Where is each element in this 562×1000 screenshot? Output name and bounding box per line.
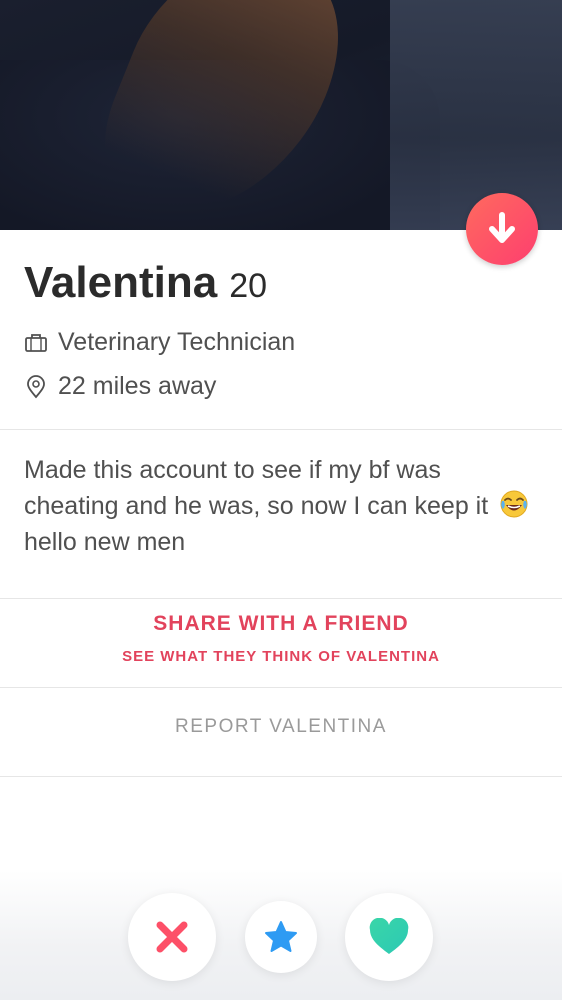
arrow-down-icon bbox=[489, 212, 515, 243]
divider bbox=[0, 429, 562, 430]
share-title: SHARE WITH A FRIEND bbox=[153, 612, 409, 635]
nope-button[interactable] bbox=[128, 893, 216, 981]
divider bbox=[0, 776, 562, 777]
profile-header: Valentina 20 bbox=[24, 258, 267, 308]
location-pin-icon bbox=[24, 374, 48, 399]
star-icon bbox=[265, 921, 297, 952]
profile-bio: Made this account to see if my bf was ch… bbox=[24, 452, 539, 560]
photo-background bbox=[390, 0, 562, 230]
report-button[interactable]: REPORT VALENTINA bbox=[0, 716, 562, 738]
profile-photo[interactable] bbox=[0, 0, 562, 230]
laughing-emoji-icon bbox=[500, 490, 528, 518]
like-button[interactable] bbox=[345, 893, 433, 981]
bio-text: Made this account to see if my bf was ch… bbox=[24, 456, 489, 520]
bio-text-end: hello new men bbox=[24, 528, 186, 556]
profile-name: Valentina bbox=[24, 258, 218, 307]
job-title: Veterinary Technician bbox=[58, 328, 296, 356]
divider bbox=[0, 687, 562, 688]
briefcase-icon bbox=[24, 331, 48, 355]
distance-text: 22 miles away bbox=[58, 372, 217, 400]
job-row: Veterinary Technician bbox=[24, 328, 295, 357]
share-with-friend-button[interactable]: SHARE WITH A FRIEND SEE WHAT THEY THINK … bbox=[0, 612, 562, 665]
super-like-button[interactable] bbox=[245, 901, 317, 973]
close-icon bbox=[156, 921, 188, 953]
share-subtitle: SEE WHAT THEY THINK OF VALENTINA bbox=[122, 648, 440, 665]
distance-row: 22 miles away bbox=[24, 372, 216, 401]
heart-icon bbox=[369, 918, 409, 954]
collapse-profile-button[interactable] bbox=[466, 193, 538, 265]
divider bbox=[0, 598, 562, 599]
profile-age: 20 bbox=[229, 267, 268, 305]
